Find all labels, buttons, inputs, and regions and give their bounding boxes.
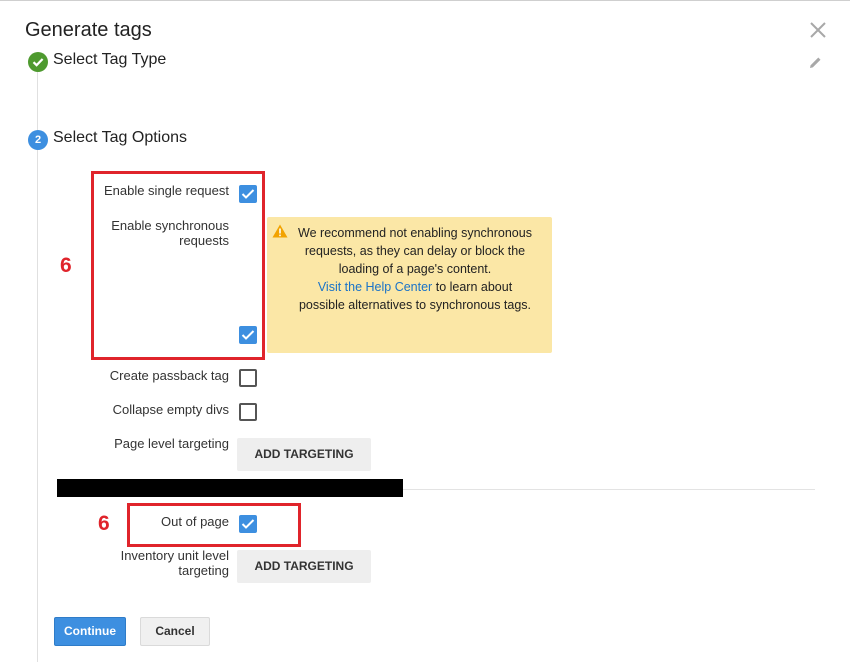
- step1-complete-icon: [28, 52, 48, 72]
- inventory-label-line1: Inventory unit level: [120, 548, 229, 563]
- dialog-title: Generate tags: [25, 19, 152, 41]
- passback-tag-checkbox[interactable]: [239, 369, 257, 387]
- annotation-highlight-box: [127, 503, 301, 547]
- add-page-targeting-button[interactable]: ADD TARGETING: [237, 438, 371, 471]
- stepper-rail: [37, 72, 38, 662]
- inventory-targeting-label: Inventory unit level targeting: [80, 548, 229, 578]
- add-inventory-targeting-button[interactable]: ADD TARGETING: [237, 550, 371, 583]
- step2-title: Select Tag Options: [53, 129, 188, 146]
- step1-title[interactable]: Select Tag Type: [53, 51, 166, 69]
- annotation-marker: 6: [98, 512, 110, 535]
- collapse-empty-divs-label: Collapse empty divs: [112, 402, 229, 417]
- warning-icon: [272, 224, 288, 238]
- passback-tag-label: Create passback tag: [109, 368, 229, 383]
- warning-text-main: We recommend not enabling synchronous re…: [298, 226, 532, 276]
- pencil-edit-icon[interactable]: [808, 55, 823, 70]
- step2-number-badge: 2: [28, 130, 48, 150]
- page-targeting-label: Page level targeting: [114, 436, 229, 451]
- cancel-button[interactable]: Cancel: [140, 617, 210, 646]
- dialog-top-border: [0, 0, 850, 1]
- synchronous-warning-box: We recommend not enabling synchronous re…: [267, 217, 552, 353]
- annotation-highlight-box: [91, 171, 265, 360]
- close-icon[interactable]: [809, 21, 827, 39]
- help-center-link[interactable]: Visit the Help Center: [318, 280, 432, 294]
- section-divider: [403, 489, 815, 490]
- inventory-label-line2: targeting: [178, 563, 229, 578]
- continue-button[interactable]: Continue: [54, 617, 126, 646]
- annotation-marker: 6: [60, 254, 72, 277]
- collapse-empty-divs-checkbox[interactable]: [239, 403, 257, 421]
- warning-text: We recommend not enabling synchronous re…: [295, 224, 535, 314]
- redacted-section-label: [57, 479, 403, 497]
